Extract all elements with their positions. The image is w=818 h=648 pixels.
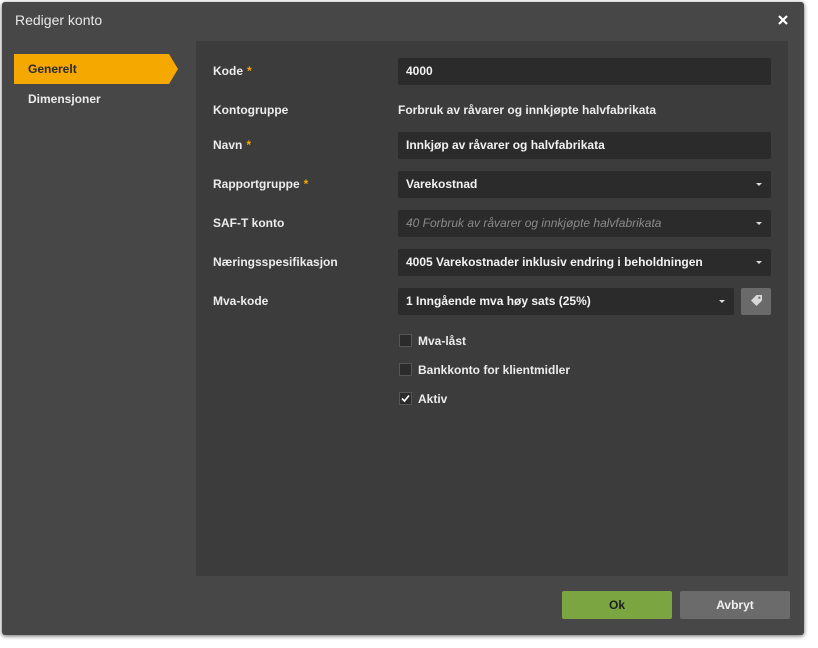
- bankkonto-label: Bankkonto for klientmidler: [418, 363, 571, 377]
- required-mark: *: [247, 64, 252, 78]
- rapportgruppe-value: Varekostnad: [406, 177, 478, 191]
- saft-select[interactable]: 40 Forbruk av råvarer og innkjøpte halvf…: [398, 210, 771, 237]
- mva-select[interactable]: 1 Inngående mva høy sats (25%): [398, 288, 734, 315]
- edit-account-dialog: Rediger konto Generelt Dimensjoner Kode *…: [2, 2, 804, 635]
- rapportgruppe-select[interactable]: Varekostnad: [398, 171, 771, 198]
- navn-input[interactable]: Innkjøp av råvarer og halvfabrikata: [398, 132, 771, 159]
- navn-label: Navn *: [213, 138, 252, 152]
- kode-label: Kode *: [213, 64, 252, 78]
- naering-label: Næringsspesifikasjon: [213, 255, 338, 269]
- kontogruppe-value: Forbruk av råvarer og innkjøpte halvfabr…: [398, 103, 657, 117]
- required-mark: *: [303, 177, 309, 191]
- ok-button[interactable]: Ok: [562, 591, 672, 619]
- chevron-down-icon: [756, 183, 762, 186]
- saft-placeholder: 40 Forbruk av råvarer og innkjøpte halvf…: [406, 216, 662, 230]
- naering-select[interactable]: 4005 Varekostnader inklusiv endring i be…: [398, 249, 771, 276]
- dialog-title: Rediger konto: [15, 12, 103, 28]
- naering-value: 4005 Varekostnader inklusiv endring i be…: [406, 255, 703, 269]
- saft-label: SAF-T konto: [213, 216, 285, 230]
- aktiv-checkbox[interactable]: [399, 392, 412, 405]
- mva-value: 1 Inngående mva høy sats (25%): [406, 294, 591, 308]
- mva-label: Mva-kode: [213, 294, 269, 308]
- required-mark: *: [246, 138, 252, 152]
- chevron-down-icon: [756, 222, 762, 225]
- bankkonto-checkbox[interactable]: [399, 363, 412, 376]
- cancel-button[interactable]: Avbryt: [680, 591, 790, 619]
- chevron-down-icon: [756, 261, 762, 264]
- sidebar-item-generelt[interactable]: Generelt: [14, 54, 178, 84]
- mva-laast-checkbox[interactable]: [399, 334, 412, 347]
- aktiv-label: Aktiv: [418, 392, 448, 406]
- mva-tag-button[interactable]: [741, 288, 771, 315]
- close-button[interactable]: [772, 10, 794, 32]
- rapportgruppe-label: Rapportgruppe *: [213, 177, 309, 191]
- chevron-down-icon: [719, 300, 725, 303]
- mva-laast-label: Mva-låst: [418, 334, 467, 348]
- close-icon: [778, 14, 788, 28]
- checkmark-icon: [401, 392, 410, 406]
- kode-input[interactable]: 4000: [398, 58, 771, 85]
- tag-icon: [750, 294, 763, 310]
- kontogruppe-label: Kontogruppe: [213, 103, 289, 117]
- sidebar-item-dimensjoner[interactable]: Dimensjoner: [14, 84, 169, 114]
